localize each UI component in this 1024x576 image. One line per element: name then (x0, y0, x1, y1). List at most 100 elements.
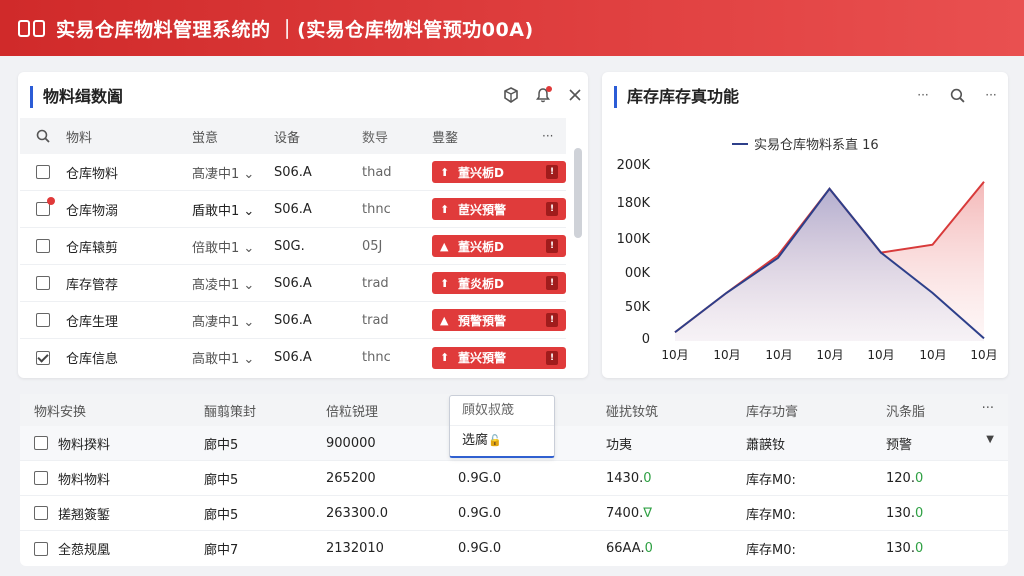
table-row[interactable]: 仓库信息 高敢中1 ⌄ S06.A thnc ⬆ 董兴預警! (20, 339, 566, 376)
material-name: 搓翘簽錾 (58, 507, 111, 523)
device-code: S06.A (274, 201, 312, 217)
y-tick-label: 100K (616, 232, 650, 247)
warning-button[interactable]: ▲ 預警預警! (432, 309, 566, 331)
row-checkbox[interactable] (36, 239, 50, 253)
table-row[interactable]: 仓库辕剪 倍敢中1 ⌄ S0G. 05J ▲ 董兴栃D! (20, 228, 566, 265)
table-row[interactable]: 仓库物溺 盾敢中1 ⌄ S06.A thnc ⬆ 茞兴預警! (20, 191, 566, 228)
y-tick-label: 50K (624, 300, 650, 315)
device-code: S0G. (274, 238, 305, 254)
row-checkbox[interactable] (36, 313, 50, 327)
x-tick-label: 10月 (661, 348, 689, 362)
table-row[interactable]: 搓翘簽錾 廊中5 263300.0 0.9G.0 7400.∇ 库存M0: 13… (20, 496, 1008, 531)
table-row[interactable]: 全葾规凰 廊中7 2132010 0.9G.0 66AA.0 库存M0: 130… (20, 531, 1008, 566)
row-checkbox[interactable] (34, 541, 48, 556)
column-header[interactable]: 碰扰钕筑 (594, 401, 734, 420)
column-header[interactable]: 豊鍪 (432, 127, 542, 146)
table-cell: 263300.0 (326, 505, 389, 521)
more-horizontal-icon[interactable]: ··· (914, 86, 932, 104)
column-header[interactable]: 汎条脂 (886, 401, 925, 420)
column-header[interactable]: 设备 (274, 127, 362, 146)
material-name: 物料物料 (58, 472, 111, 488)
warning-button[interactable]: ⬆ 董兴栃D! (432, 161, 566, 183)
column-header[interactable]: 頋奴叔筬 (450, 396, 554, 426)
row-checkbox[interactable] (36, 276, 50, 290)
status-select[interactable]: 髙凌中1 ⌄ (192, 274, 274, 293)
column-header[interactable]: 库存功膏 (734, 401, 876, 420)
warning-triangle-icon: ▲ (440, 313, 449, 327)
material-name: 仓库生理 (66, 314, 119, 330)
x-tick-label: 10月 (816, 348, 844, 362)
table-row[interactable]: 库存管荐 髙凌中1 ⌄ S06.A trad ⬆ 董炎栃D! (20, 265, 566, 302)
warning-button[interactable]: ⬆ 董炎栃D! (432, 272, 566, 294)
more-icon[interactable]: ··· (982, 401, 994, 420)
row-checkbox[interactable] (36, 197, 55, 216)
table-row[interactable]: 物料物料 廊中5 265200 0.9G.0 1430.0 库存M0: 120.… (20, 461, 1008, 496)
status-select[interactable]: 盾敢中1 ⌄ (192, 200, 274, 219)
row-checkbox[interactable] (36, 165, 50, 179)
trend-indicator: 0 (644, 541, 653, 556)
warning-button[interactable]: ▲ 董兴栃D! (432, 235, 566, 257)
column-header[interactable]: 蛍意 (192, 127, 274, 146)
quantity-select[interactable]: 05J (362, 239, 432, 254)
x-tick-label: 10月 (970, 348, 998, 362)
table-cell: 廊中7 (204, 543, 239, 558)
table-cell: 7400. (606, 505, 644, 521)
quantity-select[interactable]: thnc (362, 350, 432, 365)
table-cell: 130. (886, 541, 915, 556)
table-cell: 库存M0: (746, 472, 796, 488)
column-header[interactable]: 物料安换 (20, 401, 192, 420)
column-header[interactable]: 物料 (66, 127, 192, 146)
material-name: 仓库物溺 (66, 203, 119, 219)
column-header[interactable]: 倍粒锐理 (314, 401, 446, 420)
search-icon[interactable] (34, 127, 52, 145)
y-tick-label: 180K (616, 196, 650, 211)
notification-dot (47, 197, 55, 205)
dropdown-selected-value[interactable]: 选腐 (462, 433, 488, 448)
row-checkbox[interactable] (34, 471, 48, 485)
quantity-select[interactable]: thad (362, 165, 432, 180)
quantity-select[interactable]: trad (362, 276, 432, 291)
table-cell: 廊中5 (204, 507, 239, 523)
status-select[interactable]: 髙凄中1 ⌄ (192, 163, 274, 182)
legend-swatch (732, 142, 748, 145)
device-code: S06.A (274, 312, 312, 328)
status-select[interactable]: 倍敢中1 ⌄ (192, 237, 274, 256)
status-select[interactable]: 髙凄中1 ⌄ (192, 311, 274, 330)
search-icon[interactable] (948, 86, 966, 104)
warning-button[interactable]: ⬆ 董兴預警! (432, 346, 566, 369)
column-header[interactable]: 酾翦策封 (192, 401, 314, 420)
device-code: S06.A (274, 275, 312, 291)
quantity-select[interactable]: trad (362, 313, 432, 328)
material-name: 仓库信息 (66, 352, 119, 367)
row-checkbox[interactable] (34, 436, 48, 450)
trend-indicator: 0 (643, 470, 652, 486)
status-select[interactable]: 高敢中1 ⌄ (192, 348, 274, 367)
table-cell: 预警 (886, 437, 913, 453)
y-tick-label: 200K (616, 158, 650, 173)
arrow-up-icon: ⬆ (440, 165, 450, 179)
notification-icon[interactable] (534, 86, 552, 104)
row-checkbox[interactable] (34, 506, 48, 520)
table-row[interactable]: 仓库生理 髙凄中1 ⌄ S06.A trad ▲ 預警預警! (20, 302, 566, 339)
table-cell: 0.9G.0 (458, 541, 502, 556)
column-filter-dropdown[interactable]: 頋奴叔筬 选腐🔓 (449, 395, 555, 458)
vertical-scrollbar[interactable] (574, 148, 582, 238)
material-name: 全葾规凰 (58, 543, 111, 558)
material-table-header: 物料 蛍意 设备 数导 豊鍪 ··· (20, 118, 566, 154)
caret-down-icon[interactable]: ▼ (986, 434, 994, 453)
table-row[interactable]: 仓库物料 髙凄中1 ⌄ S06.A thad ⬆ 董兴栃D! (20, 154, 566, 191)
table-cell: 0.9G.0 (458, 470, 502, 486)
more-options-icon[interactable]: ··· (982, 86, 1000, 104)
quantity-select[interactable]: thnc (362, 202, 432, 217)
row-checkbox[interactable] (36, 350, 50, 365)
x-tick-label: 10月 (765, 348, 793, 362)
material-name: 库存管荐 (66, 277, 119, 293)
column-header[interactable]: 数导 (362, 127, 432, 146)
package-icon[interactable] (502, 86, 520, 104)
trend-indicator: 0 (914, 505, 924, 521)
close-icon[interactable] (566, 86, 584, 104)
alert-badge-icon: ! (546, 350, 558, 365)
arrow-up-icon: ⬆ (440, 276, 450, 290)
more-icon[interactable]: ··· (542, 129, 553, 143)
warning-button[interactable]: ⬆ 茞兴預警! (432, 198, 566, 220)
